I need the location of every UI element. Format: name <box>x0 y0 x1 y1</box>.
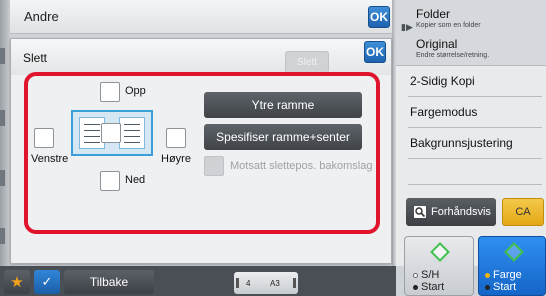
color-start-line1: Farge <box>493 269 522 281</box>
preview-label: Forhåndsvis <box>431 206 491 218</box>
start-diamond-icon <box>430 242 450 262</box>
bw-start-label: S/H Start <box>413 269 444 293</box>
preview-button[interactable]: Forhåndsvis <box>406 198 496 226</box>
color-mode-button[interactable]: Fargemodus <box>410 97 542 127</box>
folder-subtitle: Kopier som en folder <box>416 22 481 29</box>
checkmark-icon[interactable]: ✓ <box>34 270 60 294</box>
background-adjust-button[interactable]: Bakgrunnsjustering <box>410 128 542 158</box>
right-label: Høyre <box>161 153 191 165</box>
bw-start-line2: Start <box>421 281 445 293</box>
bw-start-button[interactable]: S/H Start <box>404 236 474 296</box>
original-title: Original <box>416 37 458 51</box>
top-label: Opp <box>125 85 146 97</box>
erase-dialog: Slett Slett Opp Venstre Høyre Ned Ytre r… <box>10 38 392 264</box>
andre-title-bar: Andre <box>10 0 392 34</box>
top-checkbox[interactable] <box>100 82 120 102</box>
expand-arrow-icon[interactable]: ▮▶ <box>401 22 413 33</box>
right-panel-header: ▮▶ Folder Kopier som en folder Original … <box>396 0 546 66</box>
dialog-title: Slett <box>23 51 48 65</box>
left-edge-strip <box>0 0 10 266</box>
separator <box>408 184 542 185</box>
job-status-counter: 4 A3 <box>234 272 298 294</box>
back-button[interactable]: Tilbake <box>64 270 154 294</box>
bw-start-line1: S/H <box>421 269 440 281</box>
copies-count: 4 <box>246 279 251 288</box>
left-label: Venstre <box>31 153 69 165</box>
bottom-label: Ned <box>125 174 146 186</box>
dialog-header: Slett Slett <box>11 39 391 75</box>
magnifier-icon <box>414 206 426 218</box>
star-icon[interactable]: ★ <box>4 270 30 294</box>
right-checkbox[interactable] <box>166 128 186 148</box>
clear-all-button[interactable]: CA <box>502 198 544 226</box>
erase-button-disabled: Slett <box>285 51 329 73</box>
original-subtitle: Endre størrelse/retning. <box>416 52 490 59</box>
andre-ok-button[interactable]: OK <box>368 6 390 28</box>
center-checkbox[interactable] <box>101 123 121 143</box>
opposite-label: Motsatt slettepos. bakomslag <box>230 160 373 172</box>
original-item[interactable]: Original Endre størrelse/retning. <box>416 37 489 59</box>
erase-options-highlight: Opp Venstre Høyre Ned Ytre ramme Spesifi… <box>24 72 380 234</box>
opposite-checkbox <box>204 156 224 176</box>
andre-title: Andre <box>24 9 59 24</box>
open-book-icon <box>71 110 153 156</box>
bottom-checkbox[interactable] <box>100 171 120 191</box>
bottom-bar: ★ ✓ Tilbake <box>0 266 396 296</box>
left-checkbox[interactable] <box>34 128 54 148</box>
color-start-label: Farge Start <box>485 269 522 293</box>
color-start-button[interactable]: Farge Start <box>478 236 546 296</box>
dialog-ok-button[interactable]: OK <box>364 41 386 63</box>
separator <box>408 158 542 159</box>
frame-center-button[interactable]: Spesifiser ramme+senter <box>204 124 362 150</box>
duplex-copy-button[interactable]: 2-Sidig Kopi <box>410 66 542 96</box>
folder-title: Folder <box>416 7 451 21</box>
outer-frame-button[interactable]: Ytre ramme <box>204 92 362 118</box>
folder-item[interactable]: Folder Kopier som en folder <box>416 7 481 29</box>
paper-size: A3 <box>270 279 280 288</box>
start-diamond-icon <box>504 242 524 262</box>
right-panel: ▮▶ Folder Kopier som en folder Original … <box>396 0 546 266</box>
color-start-line2: Start <box>493 281 517 293</box>
